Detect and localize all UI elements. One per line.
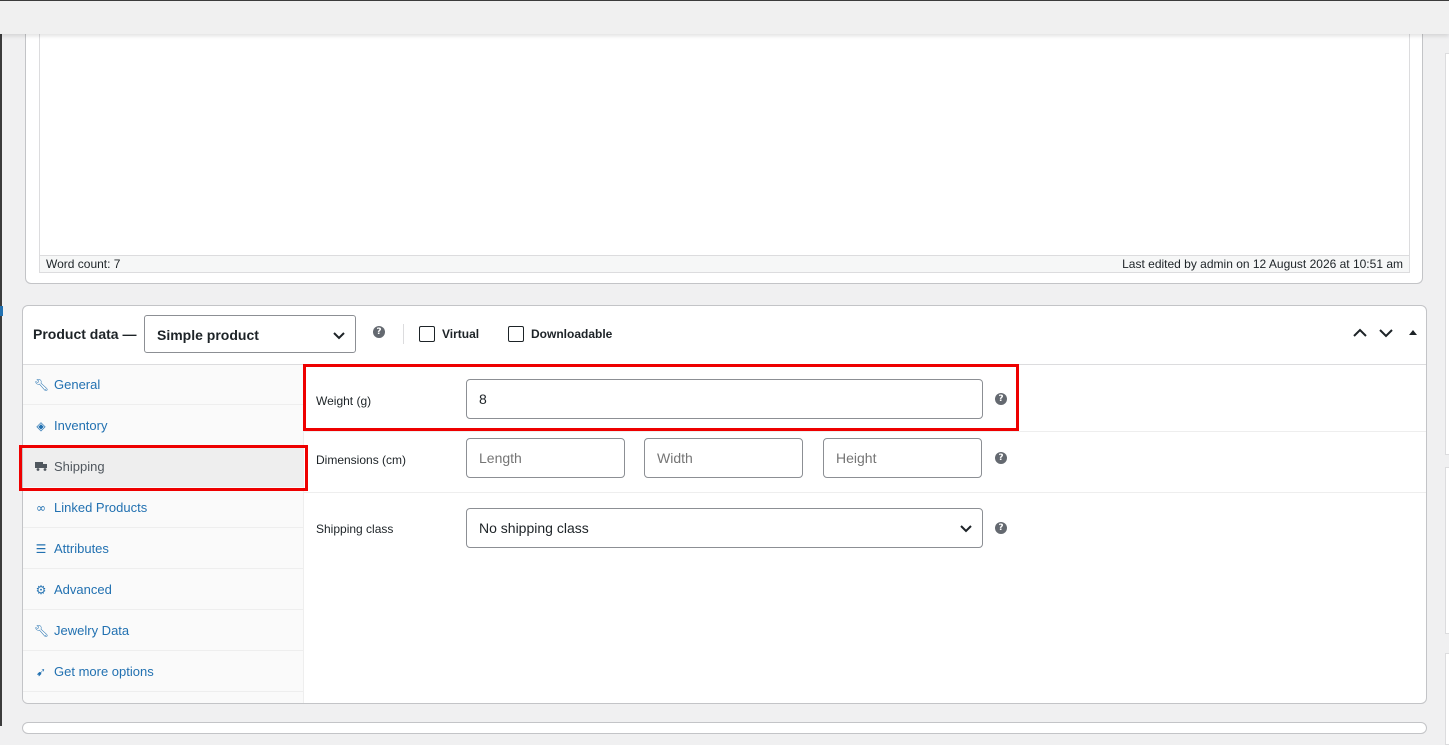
tab-get-more-options[interactable]: ➹ Get more options <box>23 652 303 692</box>
shipping-class-label: Shipping class <box>316 522 394 536</box>
next-panel <box>22 722 1427 734</box>
chevron-down-icon <box>333 316 345 354</box>
right-scroll-fragment <box>1445 467 1449 634</box>
chevron-down-icon <box>960 509 972 547</box>
virtual-label: Virtual <box>442 327 480 341</box>
tag-icon: ◈ <box>36 419 46 433</box>
gear-icon: ⚙ <box>35 583 47 597</box>
width-input[interactable]: Width <box>644 438 803 478</box>
wrench-icon: 🔧︎ <box>34 624 50 638</box>
downloadable-checkbox[interactable] <box>508 326 524 342</box>
weight-highlight-box <box>303 364 1019 431</box>
product-data-tabs: 🔧︎ General ◈ Inventory Shipping ∞ Linked Pr… <box>23 365 304 703</box>
left-edge <box>0 33 2 726</box>
tab-jewelry-data[interactable]: 🔧︎ Jewelry Data <box>23 611 303 651</box>
right-scroll-fragment <box>1445 653 1449 745</box>
height-input[interactable]: Height <box>823 438 982 478</box>
length-placeholder: Length <box>479 450 522 466</box>
editor-status-bar: Word count: 7 Last edited by admin on 12… <box>39 255 1410 273</box>
product-data-header: Product data — Simple product ? Virtual … <box>23 306 1426 365</box>
shipping-class-select[interactable]: No shipping class <box>466 508 983 548</box>
product-type-value: Simple product <box>157 327 259 343</box>
header-divider <box>403 324 404 344</box>
list-icon: ☰ <box>35 542 47 556</box>
editor-text-area[interactable] <box>39 20 1410 256</box>
shipping-tab-highlight-box <box>19 445 308 491</box>
row-divider <box>304 431 1426 432</box>
right-scroll-area[interactable] <box>1443 33 1449 745</box>
content-editor: Word count: 7 Last edited by admin on 12… <box>25 20 1423 284</box>
row-divider <box>304 492 1426 493</box>
link-icon: ∞ <box>36 501 46 515</box>
right-scroll-fragment <box>1445 53 1449 455</box>
help-icon[interactable]: ? <box>373 326 385 338</box>
dimensions-label: Dimensions (cm) <box>316 453 407 467</box>
shipping-class-help-icon[interactable]: ? <box>995 522 1007 534</box>
virtual-checkbox[interactable] <box>419 326 435 342</box>
tab-linked-products[interactable]: ∞ Linked Products <box>23 488 303 528</box>
toggle-panel-icon[interactable] <box>1408 323 1418 342</box>
height-placeholder: Height <box>836 450 877 466</box>
shipping-class-value: No shipping class <box>479 520 589 536</box>
move-up-icon[interactable] <box>1353 323 1367 342</box>
length-input[interactable]: Length <box>466 438 625 478</box>
last-edited: Last edited by admin on 12 August 2026 a… <box>1122 257 1403 271</box>
downloadable-label: Downloadable <box>531 327 613 341</box>
move-down-icon[interactable] <box>1379 323 1393 342</box>
downloadable-checkbox-label[interactable]: Downloadable <box>508 326 612 342</box>
tab-inventory[interactable]: ◈ Inventory <box>23 406 303 446</box>
wrench-icon: 🔧︎ <box>34 378 50 392</box>
browser-top-bar <box>0 0 1449 34</box>
width-placeholder: Width <box>657 450 693 466</box>
left-edge-marker <box>0 306 3 316</box>
dimensions-help-icon[interactable]: ? <box>995 452 1007 464</box>
tab-advanced[interactable]: ⚙ Advanced <box>23 570 303 610</box>
plugin-icon: ➹ <box>35 665 47 679</box>
tab-general[interactable]: 🔧︎ General <box>23 365 303 405</box>
tab-attributes[interactable]: ☰ Attributes <box>23 529 303 569</box>
product-data-title: Product data — <box>33 326 137 342</box>
virtual-checkbox-label[interactable]: Virtual <box>419 326 479 342</box>
product-type-select[interactable]: Simple product <box>144 315 356 353</box>
word-count: Word count: 7 <box>46 257 121 271</box>
